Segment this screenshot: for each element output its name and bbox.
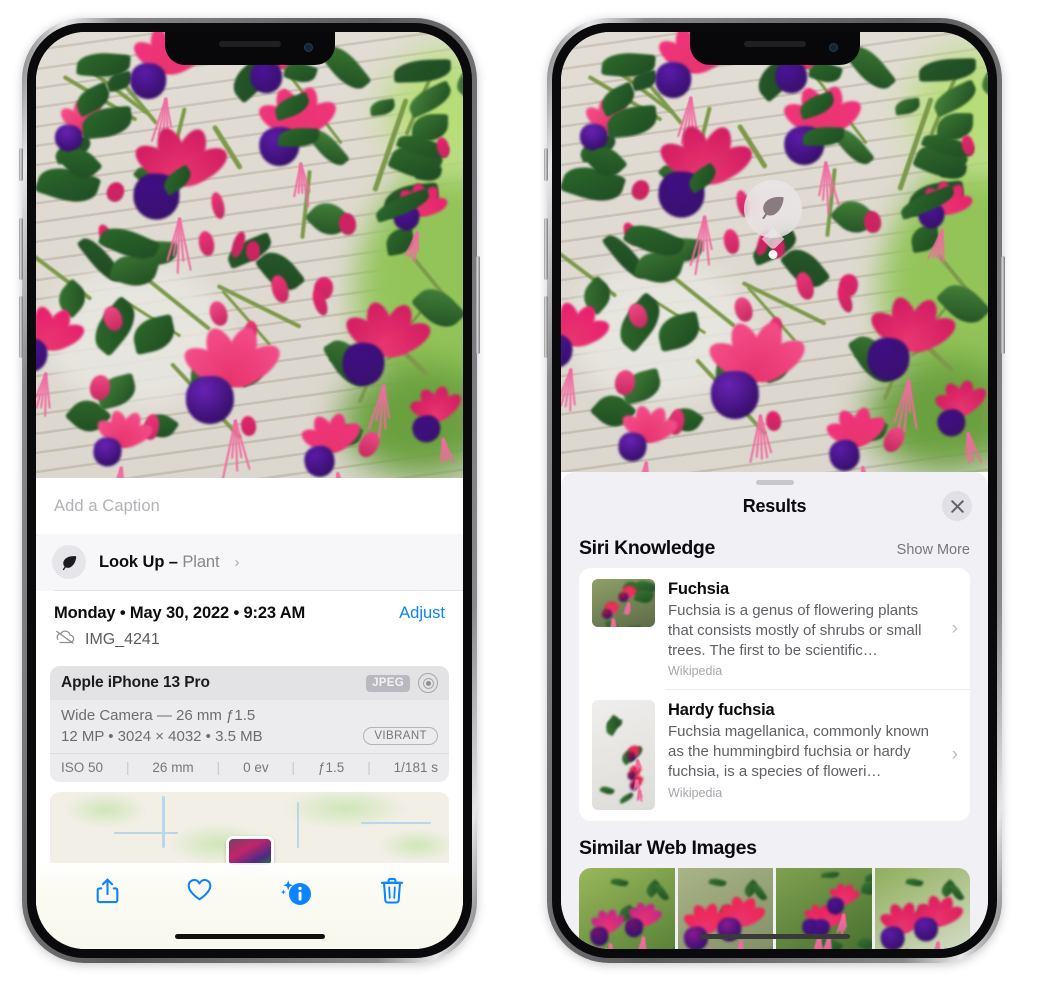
front-camera [829,43,838,52]
silent-switch[interactable] [544,148,548,181]
web-image[interactable] [579,868,675,949]
close-icon[interactable] [942,491,972,521]
thumbnail-image [592,700,655,810]
volume-up-button[interactable] [544,218,548,280]
results-title: Results [743,496,807,517]
exif-stat-ev: 0 ev [243,760,269,775]
leaf-icon [52,545,86,579]
exif-stats-row: ISO 50 | 26 mm | 0 ev | ƒ1.5 | 1/181 s [50,753,449,782]
chevron-right-icon: › [234,554,239,571]
volume-up-button[interactable] [19,218,23,280]
stat-divider: | [292,760,296,775]
info-sparkle-icon[interactable] [280,877,314,907]
screenshot-stage: Add a Caption ✦ ✦ Look Up – Plant [0,0,1055,985]
sparkle-icon-large: ✦ [36,529,39,544]
section-title-similar-web-images: Similar Web Images [579,837,757,860]
notch-left [165,32,335,65]
front-camera [304,43,313,52]
chevron-right-icon: › [948,618,958,640]
heart-icon[interactable] [186,877,213,902]
exif-stat-focal: 26 mm [152,760,193,775]
knowledge-card-hardy-fuchsia[interactable]: Hardy fuchsia Fuchsia magellanica, commo… [579,689,970,821]
trash-icon[interactable] [380,877,404,905]
stat-divider: | [367,760,371,775]
caption-placeholder: Add a Caption [54,497,160,516]
exif-body: Wide Camera — 26 mm ƒ1.5 12 MP • 3024 × … [50,700,449,753]
phone-bezel-right: Results Siri Knowledge Show More Fuchsia… [552,23,997,958]
home-indicator-left[interactable] [175,934,325,939]
siri-knowledge-cards: Fuchsia Fuchsia is a genus of flowering … [579,568,970,821]
results-header: Results [561,485,988,527]
similar-web-images-header: Similar Web Images [561,821,988,868]
cloud-slash-icon [54,629,76,650]
photo-fuchsia-left[interactable] [36,32,463,478]
exif-card[interactable]: Apple iPhone 13 Pro JPEG Wide Camera — 2… [50,666,449,782]
earpiece-speaker [744,41,806,47]
screen-right: Results Siri Knowledge Show More Fuchsia… [561,32,988,949]
share-icon[interactable] [95,877,120,905]
card-source: Wikipedia [668,664,935,678]
siri-knowledge-header: Siri Knowledge Show More [561,527,988,568]
card-source: Wikipedia [668,786,935,800]
look-up-label: Look Up – Plant [99,553,219,572]
knowledge-card-fuchsia[interactable]: Fuchsia Fuchsia is a genus of flowering … [579,568,970,689]
camera-device: Apple iPhone 13 Pro [61,674,210,692]
silent-switch[interactable] [19,148,23,181]
exif-stat-shutter: 1/181 s [394,760,438,775]
adjust-button[interactable]: Adjust [399,604,445,623]
power-button[interactable] [1001,256,1005,354]
look-up-pin[interactable] [744,180,802,238]
photo-date: Monday • May 30, 2022 • 9:23 AM [54,604,305,623]
card-description: Fuchsia magellanica, commonly known as t… [668,722,935,782]
volume-down-button[interactable] [19,296,23,358]
volume-down-button[interactable] [544,296,548,358]
card-title: Fuchsia [668,579,935,600]
photographic-style-badge: VIBRANT [363,727,438,745]
caption-field[interactable]: Add a Caption [36,478,463,534]
iphone-right: Results Siri Knowledge Show More Fuchsia… [547,18,1002,963]
look-up-subject: Plant [182,553,219,571]
card-description: Fuchsia is a genus of flowering plants t… [668,601,935,661]
card-title: Hardy fuchsia [668,700,935,721]
exif-stat-iso: ISO 50 [61,760,103,775]
thumbnail-image [592,579,655,627]
iphone-left: Add a Caption ✦ ✦ Look Up – Plant [22,18,477,963]
look-up-title: Look Up – [99,553,182,571]
stat-divider: | [217,760,221,775]
photo-filename: IMG_4241 [85,631,160,649]
live-photo-icon[interactable] [418,673,438,693]
chevron-right-icon: › [948,744,958,766]
stat-divider: | [126,760,130,775]
image-size-info: 12 MP • 3024 × 4032 • 3.5 MB [61,728,263,745]
lens-info: Wide Camera — 26 mm ƒ1.5 [61,707,438,724]
notch-right [690,32,860,65]
photo-metadata: Monday • May 30, 2022 • 9:23 AM Adjust I… [36,591,463,657]
screen-left: Add a Caption ✦ ✦ Look Up – Plant [36,32,463,949]
format-badge: JPEG [366,675,410,692]
earpiece-speaker [219,41,281,47]
phone-bezel-left: Add a Caption ✦ ✦ Look Up – Plant [27,23,472,958]
exif-header: Apple iPhone 13 Pro JPEG [50,666,449,700]
location-map[interactable] [50,792,449,866]
web-image[interactable] [875,868,971,949]
leaf-icon [758,192,788,227]
look-up-row[interactable]: ✦ ✦ Look Up – Plant › [36,534,463,591]
power-button[interactable] [476,256,480,354]
exif-stat-aperture: ƒ1.5 [318,760,344,775]
results-panel: Results Siri Knowledge Show More Fuchsia… [561,472,988,949]
show-more-button[interactable]: Show More [897,542,970,558]
home-indicator-right[interactable] [700,934,850,939]
map-photo-pin[interactable] [226,836,274,866]
section-title-siri-knowledge: Siri Knowledge [579,537,715,560]
